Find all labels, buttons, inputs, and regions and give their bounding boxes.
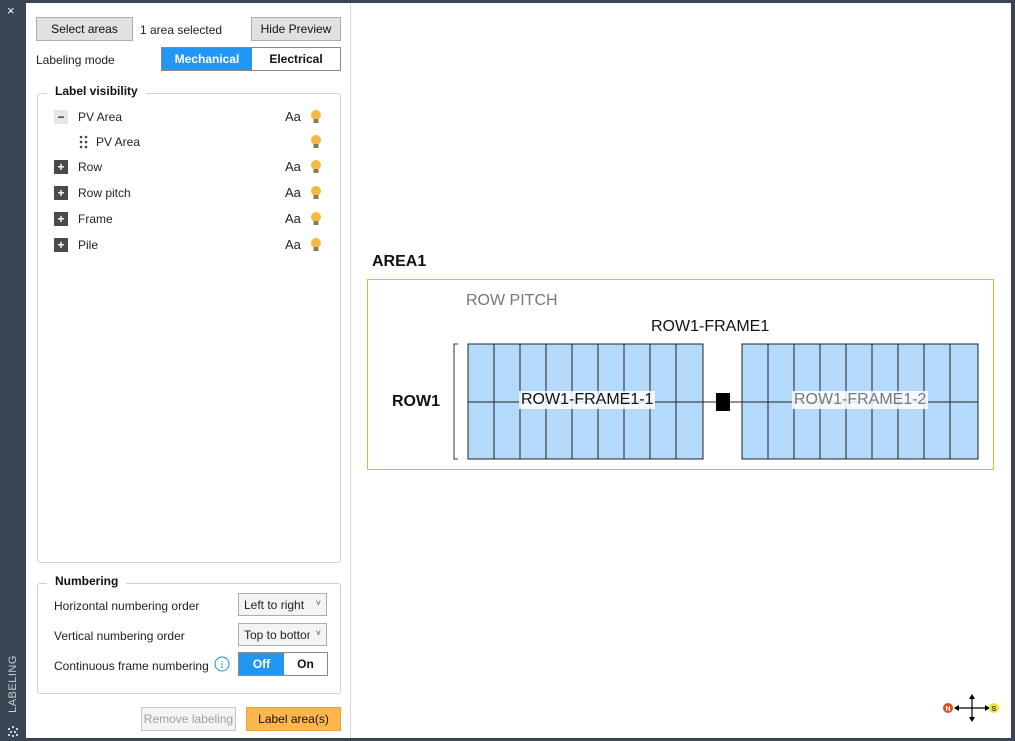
drag-handle-icon[interactable]: [79, 135, 89, 149]
side-strip: × LABELING: [0, 0, 26, 741]
preview-canvas: AREA1 ROW PITCH ROW1-FRAME1 ROW1 ROW1-FR…: [352, 3, 1011, 738]
horizontal-order-select[interactable]: Left to right ˅: [238, 593, 327, 616]
mode-mechanical-option[interactable]: Mechanical: [162, 48, 252, 70]
chevron-down-icon: ˅: [315, 598, 321, 608]
row-label: ROW1: [392, 393, 440, 410]
drag-grip-icon[interactable]: [6, 726, 20, 738]
selection-count: 1 area selected: [140, 23, 223, 37]
svg-text:i: i: [221, 660, 224, 671]
mode-electrical-option[interactable]: Electrical: [252, 48, 340, 70]
select-areas-button[interactable]: Select areas: [36, 17, 133, 41]
labeling-mode-label: Labeling mode: [36, 53, 115, 67]
expand-icon[interactable]: +: [54, 186, 68, 200]
bulb-icon[interactable]: [310, 159, 322, 175]
continuous-on-option[interactable]: On: [284, 653, 327, 675]
numbering-group: Numbering Horizontal numbering order Lef…: [37, 574, 341, 694]
chevron-down-icon: ˅: [315, 628, 321, 638]
continuous-numbering-label: Continuous frame numbering: [54, 659, 209, 673]
visibility-row-pv-area: − PV Area Aa: [38, 107, 338, 127]
visibility-row-label: PV Area: [78, 110, 123, 124]
numbering-title: Numbering: [47, 574, 127, 588]
info-icon[interactable]: i: [214, 656, 230, 672]
row-frame-label: ROW1-FRAME1: [651, 318, 770, 335]
continuous-numbering-toggle: Off On: [238, 652, 328, 676]
compass-n: N: [945, 706, 950, 713]
frame1-label: ROW1-FRAME1-1: [519, 391, 656, 409]
remove-labeling-button[interactable]: Remove labeling: [141, 707, 236, 731]
visibility-row-label: Pile: [78, 238, 99, 252]
vertical-order-value: Top to bottom: [244, 627, 310, 642]
horizontal-order-value: Left to right: [244, 597, 305, 612]
vertical-order-label: Vertical numbering order: [54, 629, 185, 643]
panel-tab-labeling[interactable]: LABELING: [7, 649, 19, 719]
close-icon[interactable]: ×: [7, 3, 15, 18]
visibility-row-label: Frame: [78, 212, 113, 226]
vertical-order-select[interactable]: Top to bottom ˅: [238, 623, 327, 646]
visibility-row-pile: + Pile Aa: [38, 235, 338, 255]
expand-icon[interactable]: +: [54, 160, 68, 174]
visibility-row-frame: + Frame Aa: [38, 209, 338, 229]
expand-icon[interactable]: +: [54, 238, 68, 252]
label-visibility-group: Label visibility − PV Area Aa PV Area + …: [37, 84, 341, 563]
bulb-icon[interactable]: [310, 185, 322, 201]
hide-preview-button[interactable]: Hide Preview: [251, 17, 341, 41]
labeling-mode-toggle: Mechanical Electrical: [161, 47, 341, 71]
text-style-button[interactable]: Aa: [285, 237, 301, 252]
label-visibility-title: Label visibility: [47, 84, 146, 98]
collapse-icon[interactable]: −: [54, 110, 68, 124]
label-areas-button[interactable]: Label area(s): [246, 707, 341, 731]
text-style-button[interactable]: Aa: [285, 211, 301, 226]
visibility-row-row: + Row Aa: [38, 157, 338, 177]
row-pitch-label: ROW PITCH: [466, 292, 558, 309]
expand-icon[interactable]: +: [54, 212, 68, 226]
visibility-row-label: PV Area: [96, 135, 141, 149]
visibility-row-label: Row pitch: [78, 186, 131, 200]
area-label: AREA1: [372, 253, 427, 270]
frame2-label: ROW1-FRAME1-2: [792, 391, 929, 409]
bulb-icon[interactable]: [310, 134, 322, 150]
visibility-row-row-pitch: + Row pitch Aa: [38, 183, 338, 203]
compass-s: S: [992, 706, 997, 713]
text-style-button[interactable]: Aa: [285, 159, 301, 174]
bulb-icon[interactable]: [310, 211, 322, 227]
horizontal-order-label: Horizontal numbering order: [54, 599, 200, 613]
bulb-icon[interactable]: [310, 109, 322, 125]
visibility-row-label: Row: [78, 160, 103, 174]
labeling-panel: Select areas 1 area selected Hide Previe…: [26, 3, 351, 738]
text-style-button[interactable]: Aa: [285, 109, 301, 124]
visibility-row-pv-area-child: PV Area: [38, 132, 338, 152]
continuous-off-option[interactable]: Off: [239, 653, 284, 675]
window-frame-right: [1011, 0, 1015, 741]
compass-icon[interactable]: N S: [942, 693, 1002, 723]
bulb-icon[interactable]: [310, 237, 322, 253]
text-style-button[interactable]: Aa: [285, 185, 301, 200]
